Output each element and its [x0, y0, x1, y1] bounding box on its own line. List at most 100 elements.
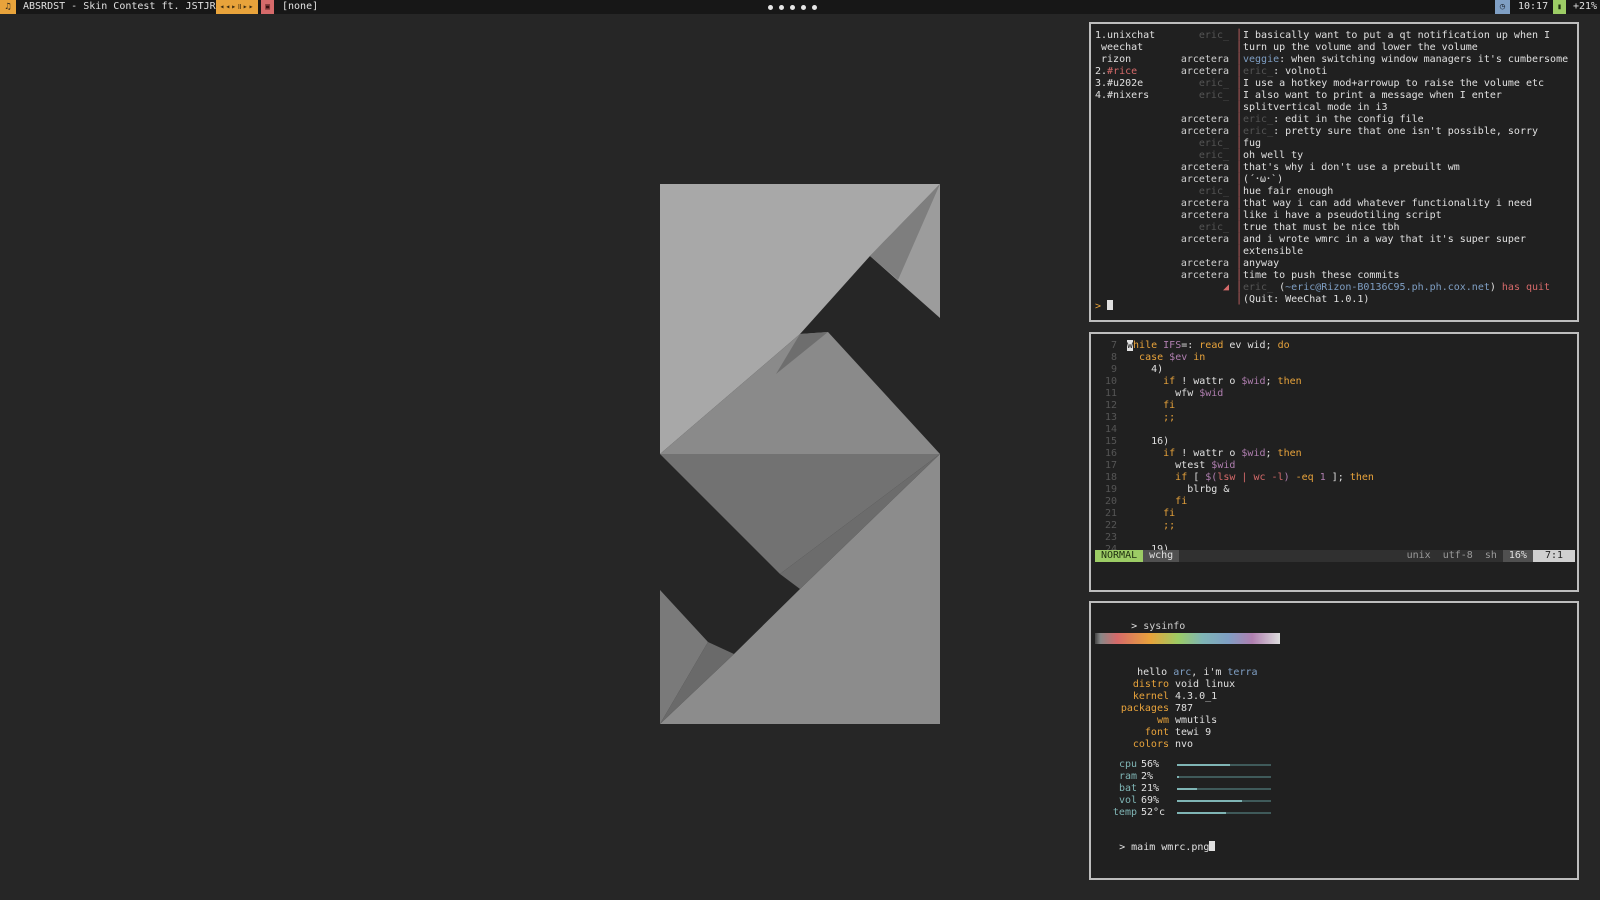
message-nick[interactable]: eric_ [1175, 90, 1235, 102]
workspace-2[interactable] [779, 5, 784, 10]
volume-level[interactable]: +21% [1573, 0, 1597, 14]
code-text: fi [1175, 496, 1188, 507]
play-pause-icon[interactable]: ▸॥ [231, 2, 243, 11]
code-line[interactable]: 9 4) [1095, 364, 1575, 376]
message-nick[interactable] [1175, 102, 1235, 114]
code-line[interactable]: 22 ;; [1095, 520, 1575, 532]
meter-label: temp [1112, 807, 1137, 818]
code-line[interactable]: 10 if ! wattr o $wid; then [1095, 376, 1575, 388]
irc-client-window[interactable]: 1.unixchat weechat rizon 2.#rice 3.#u202… [1089, 22, 1579, 322]
meter-fill [1177, 800, 1242, 802]
line-number: 11 [1104, 388, 1117, 399]
workspace-3[interactable] [790, 5, 795, 10]
greeting: hello arc, i'm terra [1113, 655, 1257, 678]
resource-meters: cpu 56% ram 2% bat 21% vol 69% temp 52°c [1095, 759, 1395, 819]
message-nick[interactable]: arcetera [1175, 198, 1235, 210]
code-line[interactable]: 7 while IFS=: read ev wid; do [1095, 340, 1575, 352]
message-row: arcetera │ time to push these commits [1175, 270, 1575, 282]
code-line[interactable]: 14 [1095, 424, 1575, 436]
stat-row: distro void linux [1095, 679, 1395, 691]
wallpaper-s-logo [660, 184, 940, 724]
code-line[interactable]: 18 if [ $(lsw | wc -l) -eq 1 ]; then [1095, 472, 1575, 484]
line-number: 17 [1104, 460, 1117, 471]
meter-row: temp 52°c [1095, 807, 1395, 819]
next-track-icon[interactable]: ▸▸ [243, 2, 255, 11]
code-line[interactable]: 17 wtest $wid [1095, 460, 1575, 472]
channel-item[interactable]: 4.#nixers [1095, 90, 1175, 102]
message-text: anyway [1243, 258, 1280, 269]
code-line[interactable]: 12 fi [1095, 400, 1575, 412]
code-line[interactable]: 11 wfw $wid [1095, 388, 1575, 400]
channel-item[interactable]: rizon [1095, 54, 1175, 66]
message-row: eric_ │ I basically want to put a qt notif… [1175, 30, 1575, 42]
code-buffer[interactable]: 7 while IFS=: read ev wid; do 8 case $ev i… [1095, 340, 1575, 556]
vim-editor-window[interactable]: 7 while IFS=: read ev wid; do 8 case $ev i… [1089, 332, 1579, 592]
code-line[interactable]: 23 [1095, 532, 1575, 544]
message-nick[interactable]: eric_ [1175, 78, 1235, 90]
quit-notice: has quit [1495, 282, 1551, 293]
media-controls[interactable]: ◂◂▸॥▸▸ [216, 0, 258, 14]
message-nick[interactable]: eric_ [1175, 138, 1235, 150]
file-type: sh [1484, 550, 1497, 561]
channel-item[interactable]: weechat [1095, 42, 1175, 54]
code-line[interactable]: 20 fi [1095, 496, 1575, 508]
message-nick[interactable] [1175, 246, 1235, 258]
message-nick[interactable]: eric_ [1175, 186, 1235, 198]
greeting-text: hello [1137, 667, 1174, 678]
message-nick[interactable]: arcetera [1175, 162, 1235, 174]
code-line[interactable]: 13 ;; [1095, 412, 1575, 424]
sysinfo-terminal-window[interactable]: > sysinfo hello arc, i'm terra distro voi… [1089, 601, 1579, 880]
message-row: arcetera │ and i wrote wmrc in a way that … [1175, 234, 1575, 246]
message-text: and i wrote wmrc in a way that it's supe… [1243, 234, 1526, 245]
message-nick[interactable]: arcetera [1175, 258, 1235, 270]
code-line[interactable]: 15 16) [1095, 436, 1575, 448]
code-line[interactable]: 21 fi [1095, 508, 1575, 520]
message-nick[interactable]: arcetera [1175, 210, 1235, 222]
music-note-icon[interactable]: ♫ [0, 0, 16, 14]
message-text: I basically want to put a qt notificatio… [1243, 30, 1551, 41]
meter-bar [1177, 812, 1271, 814]
message-body: : edit in the config file [1273, 114, 1424, 125]
message-nick[interactable]: eric_ [1175, 30, 1235, 42]
code-line[interactable]: 16 if ! wattr o $wid; then [1095, 448, 1575, 460]
nick-separator: │ [1235, 78, 1243, 89]
message-nick[interactable]: ◢ [1175, 282, 1235, 294]
workspace-1[interactable] [768, 5, 773, 10]
nick-separator: │ [1235, 150, 1243, 161]
file-encoding: utf-8 [1442, 550, 1473, 561]
code-line[interactable]: 8 case $ev in [1095, 352, 1575, 364]
message-text: extensible [1243, 246, 1304, 257]
message-text: veggie: when switching window managers i… [1243, 54, 1575, 66]
channel-item[interactable]: 3.#u202e [1095, 78, 1175, 90]
message-nick[interactable] [1175, 42, 1235, 54]
irc-input-line[interactable]: > [1095, 300, 1114, 312]
workspace-4[interactable] [801, 5, 806, 10]
stat-key: colors [1132, 739, 1169, 750]
message-body: : volnoti [1273, 66, 1328, 77]
message-nick[interactable]: arcetera [1175, 114, 1235, 126]
message-nick[interactable]: eric_ [1175, 150, 1235, 162]
workspace-5[interactable] [812, 5, 817, 10]
stat-key: wm [1156, 715, 1169, 726]
message-nick[interactable]: arcetera [1175, 66, 1235, 78]
code-text: 4) [1127, 364, 1164, 375]
nick-separator: │ [1235, 138, 1243, 149]
code-line[interactable]: 19 blrbg & [1095, 484, 1575, 496]
channel-item[interactable]: 1.unixchat [1095, 30, 1175, 42]
current-command-line[interactable]: > maim wmrc.png [1095, 829, 1216, 853]
previous-track-icon[interactable]: ◂◂ [220, 2, 232, 11]
message-nick[interactable]: arcetera [1175, 126, 1235, 138]
now-playing-track: ABSRDST - Skin Contest ft. JSTJR [23, 1, 216, 12]
message-nick[interactable]: arcetera [1175, 234, 1235, 246]
message-nick[interactable]: eric_ [1175, 222, 1235, 234]
message-nick[interactable] [1175, 294, 1235, 306]
nick-separator: │ [1235, 210, 1243, 221]
channel-item[interactable]: 2.#rice [1095, 66, 1175, 78]
message-text: turn up the volume and lower the volume [1243, 42, 1478, 53]
greeting-text: , i'm [1191, 667, 1228, 678]
message-nick[interactable]: arcetera [1175, 270, 1235, 282]
line-number: 13 [1104, 412, 1117, 423]
message-text: I also want to print a message when I en… [1243, 90, 1502, 101]
message-nick[interactable]: arcetera [1175, 174, 1235, 186]
message-nick[interactable]: arcetera [1175, 54, 1235, 66]
